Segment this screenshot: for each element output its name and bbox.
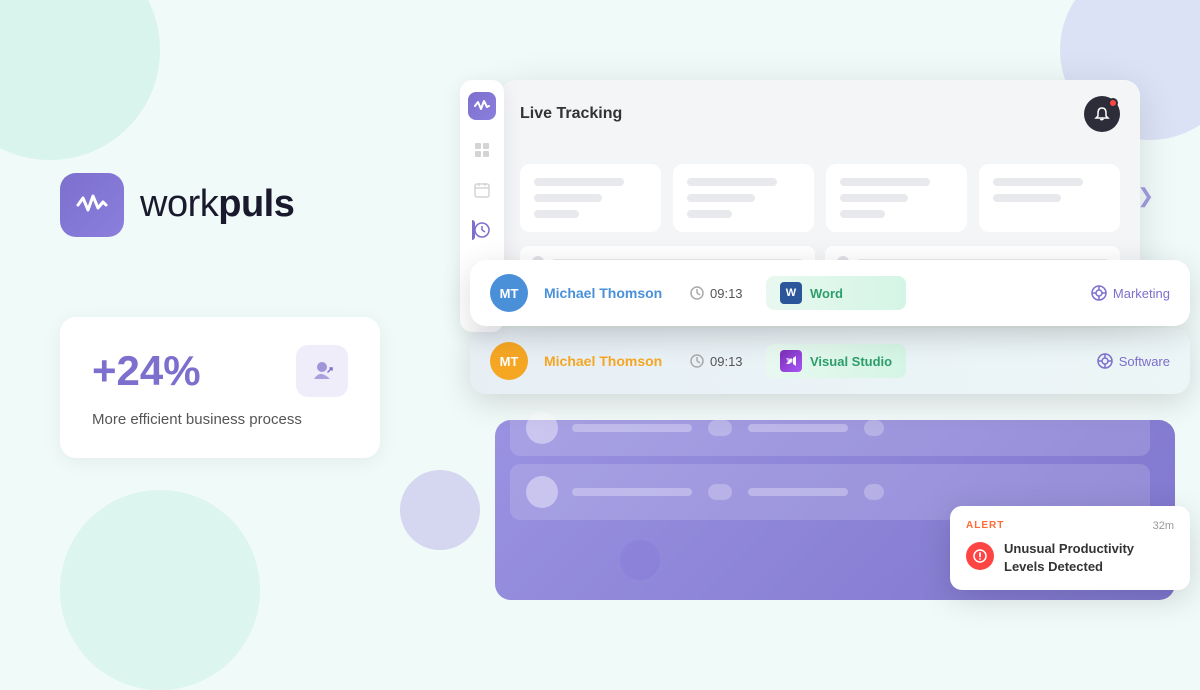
sidebar-icon-grid[interactable] xyxy=(472,140,492,160)
alert-time: 32m xyxy=(1153,520,1174,532)
right-section: Live Tracking xyxy=(440,0,1200,630)
stat-top: +24% xyxy=(92,345,348,397)
panel-chevron-icon: ❯ xyxy=(1137,184,1154,209)
dept-badge-software: Software xyxy=(1097,353,1170,369)
alert-popup: ALERT 32m Unusual Productivity Levels De… xyxy=(950,506,1190,590)
app-name-1: Word xyxy=(810,286,843,301)
skeleton-cards-row xyxy=(520,164,1120,232)
alert-message: Unusual Productivity Levels Detected xyxy=(1004,540,1174,576)
user-name-1: Michael Thomson xyxy=(544,285,674,301)
skeleton-card-3 xyxy=(826,164,967,232)
time-badge-1: 09:13 xyxy=(690,286,750,301)
skeleton-card-1 xyxy=(520,164,661,232)
app-badge-word: W Word xyxy=(766,276,906,310)
time-value-1: 09:13 xyxy=(710,286,743,301)
dept-badge-marketing: Marketing xyxy=(1091,285,1170,301)
dept-name-1: Marketing xyxy=(1113,286,1170,301)
panel-header: Live Tracking xyxy=(500,80,1140,148)
time-value-2: 09:13 xyxy=(710,354,743,369)
stat-label: More efficient business process xyxy=(92,409,348,430)
avatar-mt-2: MT xyxy=(490,342,528,380)
left-section: workpuls +24% More efficient business pr… xyxy=(60,0,440,630)
skel-track-row-1 xyxy=(510,400,1150,456)
skeleton-card-4 xyxy=(979,164,1120,232)
brand-name: workpuls xyxy=(140,183,294,226)
tracking-row-word: MT Michael Thomson 09:13 W Word Market xyxy=(470,260,1190,326)
workpuls-logo-icon xyxy=(60,173,124,237)
sidebar-icon-clock[interactable] xyxy=(472,220,492,240)
notification-button[interactable] xyxy=(1084,96,1120,132)
sidebar-icon-calendar[interactable] xyxy=(472,180,492,200)
stat-card: +24% More efficient business process xyxy=(60,317,380,458)
panel-title: Live Tracking xyxy=(520,105,622,123)
efficiency-icon xyxy=(296,345,348,397)
stat-number: +24% xyxy=(92,347,201,395)
word-icon: W xyxy=(780,282,802,304)
avatar-mt-1: MT xyxy=(490,274,528,312)
dept-name-2: Software xyxy=(1119,354,1170,369)
tracking-row-vs: MT Michael Thomson 09:13 Visual Studio xyxy=(470,328,1190,394)
app-name-2: Visual Studio xyxy=(810,354,892,369)
app-badge-vs: Visual Studio xyxy=(766,344,906,378)
alert-header: ALERT 32m xyxy=(966,520,1174,532)
vs-icon xyxy=(780,350,802,372)
sidebar-logo-icon xyxy=(468,92,496,120)
alert-body: Unusual Productivity Levels Detected xyxy=(966,540,1174,576)
time-badge-2: 09:13 xyxy=(690,354,750,369)
alert-icon xyxy=(966,542,994,570)
user-name-2: Michael Thomson xyxy=(544,353,674,369)
notification-dot xyxy=(1108,98,1118,108)
skeleton-card-2 xyxy=(673,164,814,232)
alert-label: ALERT xyxy=(966,520,1004,531)
logo-area: workpuls xyxy=(60,173,440,237)
